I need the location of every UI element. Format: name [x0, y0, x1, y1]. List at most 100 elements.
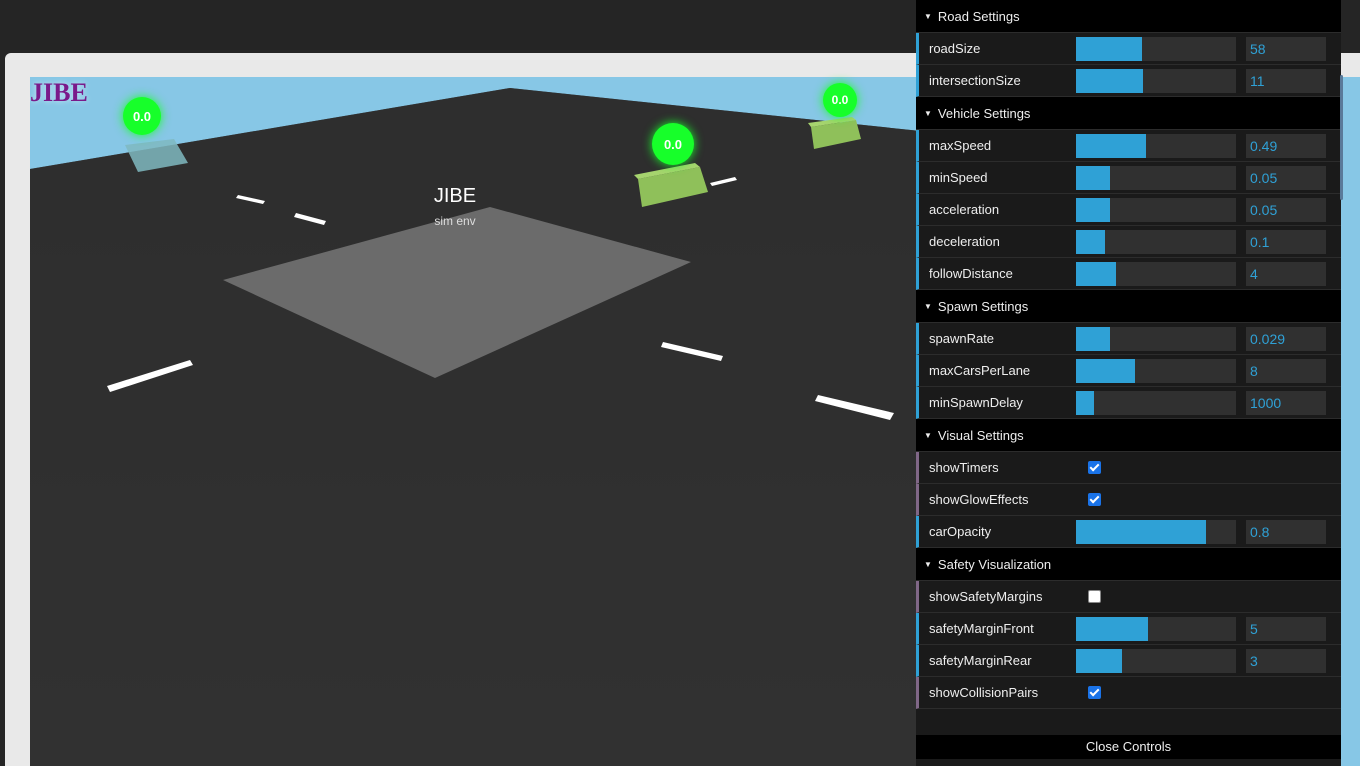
- showTimers-checkbox[interactable]: [1088, 461, 1101, 474]
- controls-panel: ▼ Road Settings roadSize 58 intersectionSize…: [916, 0, 1341, 766]
- control-label: minSpawnDelay: [929, 395, 1023, 410]
- minSpeed-slider[interactable]: [1076, 165, 1236, 190]
- slider-fill: [1076, 326, 1110, 351]
- intersectionSize-input[interactable]: 11: [1246, 68, 1326, 93]
- safetyMarginRear-input[interactable]: 3: [1246, 648, 1326, 673]
- folder-title[interactable]: ▼ Spawn Settings: [916, 290, 1341, 323]
- slider-fill: [1076, 358, 1136, 383]
- app-logo: JIBE: [30, 78, 88, 107]
- acceleration-slider[interactable]: [1076, 197, 1236, 222]
- folder-title[interactable]: ▼ Vehicle Settings: [916, 97, 1341, 130]
- control-row-showGlowEffects: showGlowEffects: [916, 484, 1341, 516]
- slider-fill: [1076, 165, 1110, 190]
- control-row-showTimers: showTimers: [916, 452, 1341, 484]
- followDistance-slider[interactable]: [1076, 261, 1236, 286]
- scene-title-label: JIBE: [433, 185, 477, 207]
- deceleration-input[interactable]: 0.1: [1246, 229, 1326, 254]
- close-controls-button[interactable]: Close Controls: [916, 735, 1341, 759]
- control-row-roadSize: roadSize 58: [916, 33, 1341, 65]
- control-row-spawnRate: spawnRate 0.029: [916, 323, 1341, 355]
- folder-title-label: Road Settings: [937, 8, 1020, 24]
- folder-title[interactable]: ▼ Safety Visualization: [916, 548, 1341, 581]
- control-label: deceleration: [929, 234, 1000, 249]
- maxCarsPerLane-input[interactable]: 8: [1246, 358, 1326, 383]
- minSpeed-input[interactable]: 0.05: [1246, 165, 1326, 190]
- slider-fill: [1076, 648, 1123, 673]
- control-row-safetyMarginRear: safetyMarginRear 3: [916, 645, 1341, 677]
- caret-down-icon: ▼: [924, 11, 932, 21]
- control-label: spawnRate: [929, 331, 995, 346]
- maxSpeed-input[interactable]: 0.49: [1246, 133, 1326, 158]
- slider-fill: [1076, 133, 1147, 158]
- folder-title-label: Safety Visualization: [937, 556, 1052, 572]
- caret-down-icon: ▼: [924, 301, 932, 311]
- caret-down-icon: ▼: [924, 559, 932, 569]
- safetyMarginFront-input[interactable]: 5: [1246, 616, 1326, 641]
- slider-fill: [1076, 229, 1105, 254]
- scene-subtitle-label: sim env: [434, 214, 476, 228]
- slider-fill: [1076, 390, 1094, 415]
- carOpacity-input[interactable]: 0.8: [1246, 519, 1326, 544]
- control-label: safetyMarginFront: [929, 621, 1034, 636]
- control-label: maxCarsPerLane: [929, 363, 1031, 378]
- carOpacity-slider[interactable]: [1076, 519, 1236, 544]
- control-row-maxSpeed: maxSpeed 0.49: [916, 130, 1341, 162]
- roadSize-input[interactable]: 58: [1246, 36, 1326, 61]
- intersectionSize-slider[interactable]: [1076, 68, 1236, 93]
- control-row-followDistance: followDistance 4: [916, 258, 1341, 290]
- control-row-deceleration: deceleration 0.1: [916, 226, 1341, 258]
- control-label: roadSize: [929, 41, 981, 56]
- slider-fill: [1076, 197, 1110, 222]
- control-row-intersectionSize: intersectionSize 11: [916, 65, 1341, 97]
- control-label: showTimers: [929, 460, 999, 475]
- control-label: safetyMarginRear: [929, 653, 1032, 668]
- control-row-maxCarsPerLane: maxCarsPerLane 8: [916, 355, 1341, 387]
- maxCarsPerLane-slider[interactable]: [1076, 358, 1236, 383]
- safetyMarginRear-slider[interactable]: [1076, 648, 1236, 673]
- slider-fill: [1076, 616, 1148, 641]
- safetyMarginFront-slider[interactable]: [1076, 616, 1236, 641]
- showCollisionPairs-checkbox[interactable]: [1088, 686, 1101, 699]
- showGlowEffects-checkbox[interactable]: [1088, 493, 1101, 506]
- control-label: minSpeed: [929, 170, 988, 185]
- minSpawnDelay-input[interactable]: 1000: [1246, 390, 1326, 415]
- spawnRate-slider[interactable]: [1076, 326, 1236, 351]
- slider-fill: [1076, 261, 1116, 286]
- folder-title-label: Spawn Settings: [937, 298, 1029, 314]
- deceleration-slider[interactable]: [1076, 229, 1236, 254]
- control-row-safetyMarginFront: safetyMarginFront 5: [916, 613, 1341, 645]
- panel-scrollbar[interactable]: [1340, 75, 1343, 200]
- control-label: carOpacity: [929, 524, 992, 539]
- slider-fill: [1076, 519, 1206, 544]
- control-row-showSafetyMargins: showSafetyMargins: [916, 581, 1341, 613]
- folder-title-label: Vehicle Settings: [937, 105, 1031, 121]
- folder-title-label: Visual Settings: [937, 427, 1024, 443]
- control-label: followDistance: [929, 266, 1013, 281]
- caret-down-icon: ▼: [924, 108, 932, 118]
- acceleration-input[interactable]: 0.05: [1246, 197, 1326, 222]
- control-label: showSafetyMargins: [929, 589, 1043, 604]
- minSpawnDelay-slider[interactable]: [1076, 390, 1236, 415]
- control-label: showCollisionPairs: [929, 685, 1039, 700]
- caret-down-icon: ▼: [924, 430, 932, 440]
- control-label: acceleration: [929, 202, 1000, 217]
- followDistance-input[interactable]: 4: [1246, 261, 1326, 286]
- folder-title[interactable]: ▼ Road Settings: [916, 0, 1341, 33]
- roadSize-slider[interactable]: [1076, 36, 1236, 61]
- car-timer-badge: 0.0: [123, 97, 161, 135]
- control-row-carOpacity: carOpacity 0.8: [916, 516, 1341, 548]
- control-row-minSpawnDelay: minSpawnDelay 1000: [916, 387, 1341, 419]
- control-label: intersectionSize: [929, 73, 1021, 88]
- slider-fill: [1076, 68, 1144, 93]
- spawnRate-input[interactable]: 0.029: [1246, 326, 1326, 351]
- control-label: maxSpeed: [929, 138, 992, 153]
- control-row-minSpeed: minSpeed 0.05: [916, 162, 1341, 194]
- showSafetyMargins-checkbox[interactable]: [1088, 590, 1101, 603]
- control-label: showGlowEffects: [929, 492, 1029, 507]
- slider-fill: [1076, 36, 1142, 61]
- control-row-acceleration: acceleration 0.05: [916, 194, 1341, 226]
- car-timer-badge: 0.0: [652, 123, 694, 165]
- folder-title[interactable]: ▼ Visual Settings: [916, 419, 1341, 452]
- maxSpeed-slider[interactable]: [1076, 133, 1236, 158]
- car-timer-badge: 0.0: [823, 83, 857, 117]
